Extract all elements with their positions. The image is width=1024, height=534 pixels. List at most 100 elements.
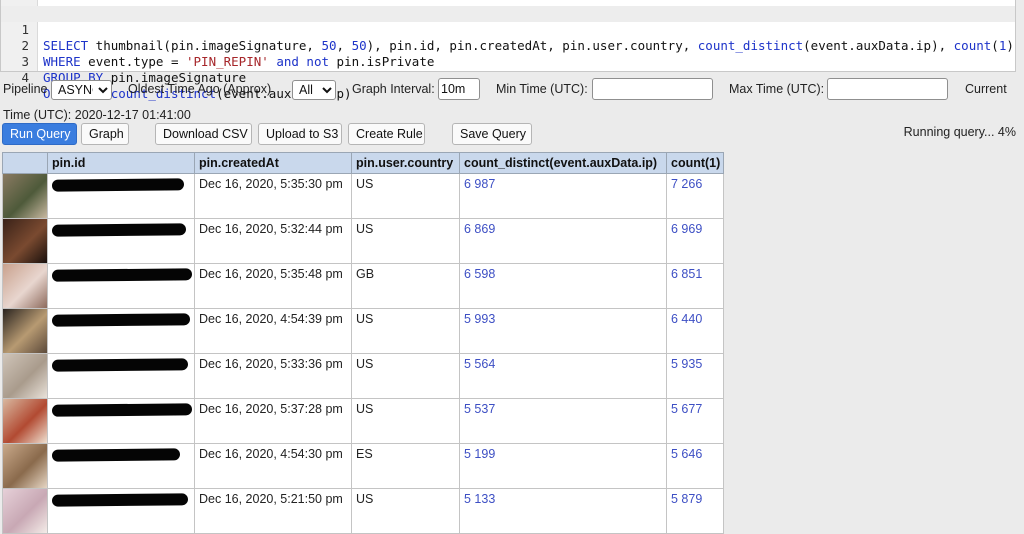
code-token: pin.isPrivate [329, 54, 435, 69]
code-line-3[interactable]: 3 GROUP BY pin.imageSignature [1, 38, 246, 85]
country-cell: US [351, 173, 460, 219]
pin-id-cell[interactable] [47, 443, 195, 489]
code-line-2[interactable]: 2 WHERE event.type = 'PIN_REPIN' and not… [1, 22, 434, 69]
min-time-input[interactable] [592, 78, 713, 100]
code-token: event.type = [80, 54, 186, 69]
thumbnail-image[interactable] [3, 354, 47, 398]
created-at-cell: Dec 16, 2020, 5:35:30 pm [194, 173, 352, 219]
code-token: 'PIN_REPIN' [186, 54, 269, 69]
code-token: and not [276, 54, 330, 69]
code-line-4[interactable]: 4 ORDER BY count_distinct(event.auxData.… [1, 54, 351, 101]
min-time-label: Min Time (UTC): [496, 82, 588, 96]
table-row[interactable]: Dec 16, 2020, 5:32:44 pm US 6 869 6 969 [2, 218, 724, 264]
column-header-pin-id[interactable]: pin.id [47, 152, 195, 174]
max-time-input[interactable] [827, 78, 948, 100]
pin-id-cell[interactable] [47, 308, 195, 354]
redaction-mark [51, 493, 189, 507]
oldest-time-select[interactable]: All [292, 80, 336, 100]
pipeline-select[interactable]: ASYNC [51, 80, 112, 100]
code-line-1[interactable]: 1 SELECT thumbnail(pin.imageSignature, 5… [1, 6, 1015, 53]
count-distinct-cell[interactable]: 5 564 [459, 353, 667, 399]
table-row[interactable]: Dec 16, 2020, 5:35:48 pm GB 6 598 6 851 [2, 263, 724, 309]
pin-id-cell[interactable] [47, 488, 195, 534]
count-cell[interactable]: 6 440 [666, 308, 724, 354]
country-cell: GB [351, 263, 460, 309]
created-at-cell: Dec 16, 2020, 5:32:44 pm [194, 218, 352, 264]
sql-editor[interactable]: 1 SELECT thumbnail(pin.imageSignature, 5… [0, 0, 1016, 101]
column-header-count[interactable]: count(1) [666, 152, 724, 174]
table-row[interactable]: Dec 16, 2020, 5:33:36 pm US 5 564 5 935 [2, 353, 724, 399]
count-distinct-cell[interactable]: 6 869 [459, 218, 667, 264]
column-header-country[interactable]: pin.user.country [351, 152, 460, 174]
country-cell: US [351, 488, 460, 534]
count-distinct-cell[interactable]: 6 598 [459, 263, 667, 309]
thumbnail-cell[interactable] [2, 308, 48, 354]
table-row[interactable]: Dec 16, 2020, 4:54:39 pm US 5 993 6 440 [2, 308, 724, 354]
table-row[interactable]: Dec 16, 2020, 5:35:30 pm US 6 987 7 266 [2, 173, 724, 219]
thumbnail-cell[interactable] [2, 353, 48, 399]
created-at-cell: Dec 16, 2020, 5:37:28 pm [194, 398, 352, 444]
run-query-button[interactable]: Run Query [2, 123, 77, 145]
column-header-count-distinct[interactable]: count_distinct(event.auxData.ip) [459, 152, 667, 174]
thumbnail-cell[interactable] [2, 218, 48, 264]
count-cell[interactable]: 6 851 [666, 263, 724, 309]
table-row[interactable]: Dec 16, 2020, 5:21:50 pm US 5 133 5 879 [2, 488, 724, 534]
current-time-label: Current [965, 82, 1007, 96]
count-cell[interactable]: 7 266 [666, 173, 724, 219]
thumbnail-cell[interactable] [2, 173, 48, 219]
thumbnail-image[interactable] [3, 219, 47, 263]
code-token: 50 [321, 38, 337, 53]
table-row[interactable]: Dec 16, 2020, 4:54:30 pm ES 5 199 5 646 [2, 443, 724, 489]
thumbnail-image[interactable] [3, 309, 47, 353]
thumbnail-image[interactable] [3, 444, 47, 488]
created-at-cell: Dec 16, 2020, 4:54:30 pm [194, 443, 352, 489]
thumbnail-image[interactable] [3, 174, 47, 218]
count-distinct-cell[interactable]: 5 133 [459, 488, 667, 534]
table-row[interactable]: Dec 16, 2020, 5:37:28 pm US 5 537 5 677 [2, 398, 724, 444]
column-header-thumbnail[interactable] [2, 152, 48, 174]
thumbnail-cell[interactable] [2, 443, 48, 489]
download-csv-button[interactable]: Download CSV [155, 123, 252, 145]
pin-id-cell[interactable] [47, 398, 195, 444]
max-time-label: Max Time (UTC): [729, 82, 825, 96]
created-at-cell: Dec 16, 2020, 5:35:48 pm [194, 263, 352, 309]
pin-id-cell[interactable] [47, 218, 195, 264]
count-cell[interactable]: 5 879 [666, 488, 724, 534]
column-header-created-at[interactable]: pin.createdAt [194, 152, 352, 174]
count-cell[interactable]: 6 969 [666, 218, 724, 264]
created-at-cell: Dec 16, 2020, 5:33:36 pm [194, 353, 352, 399]
pin-id-cell[interactable] [47, 263, 195, 309]
graph-interval-label: Graph Interval: [352, 82, 435, 96]
save-query-button[interactable]: Save Query [452, 123, 532, 145]
thumbnail-cell[interactable] [2, 488, 48, 534]
count-cell[interactable]: 5 935 [666, 353, 724, 399]
code-text: SELECT thumbnail(pin.imageSignature, 50,… [43, 38, 1014, 54]
code-token: ), pin.id, pin.createdAt, pin.user.count… [366, 38, 698, 53]
query-status: Running query... 4% [903, 125, 1016, 139]
oldest-time-label: Oldest Time Ago (Approx) [128, 82, 272, 96]
graph-interval-input[interactable] [438, 78, 480, 100]
count-cell[interactable]: 5 646 [666, 443, 724, 489]
thumbnail-image[interactable] [3, 399, 47, 443]
pin-id-cell[interactable] [47, 353, 195, 399]
count-distinct-cell[interactable]: 5 993 [459, 308, 667, 354]
thumbnail-image[interactable] [3, 264, 47, 308]
count-cell[interactable]: 5 677 [666, 398, 724, 444]
redaction-mark [51, 268, 193, 282]
redaction-mark [51, 358, 189, 372]
country-cell: ES [351, 443, 460, 489]
thumbnail-cell[interactable] [2, 398, 48, 444]
graph-button[interactable]: Graph [81, 123, 129, 145]
count-distinct-cell[interactable]: 5 537 [459, 398, 667, 444]
count-distinct-cell[interactable]: 5 199 [459, 443, 667, 489]
created-at-cell: Dec 16, 2020, 5:21:50 pm [194, 488, 352, 534]
thumbnail-cell[interactable] [2, 263, 48, 309]
count-distinct-cell[interactable]: 6 987 [459, 173, 667, 219]
current-time-value: Time (UTC): 2020-12-17 01:41:00 [3, 108, 191, 122]
pin-id-cell[interactable] [47, 173, 195, 219]
upload-to-s3-button[interactable]: Upload to S3 [258, 123, 342, 145]
thumbnail-image[interactable] [3, 489, 47, 533]
country-cell: US [351, 218, 460, 264]
create-rule-button[interactable]: Create Rule [348, 123, 425, 145]
redaction-mark [51, 448, 181, 462]
